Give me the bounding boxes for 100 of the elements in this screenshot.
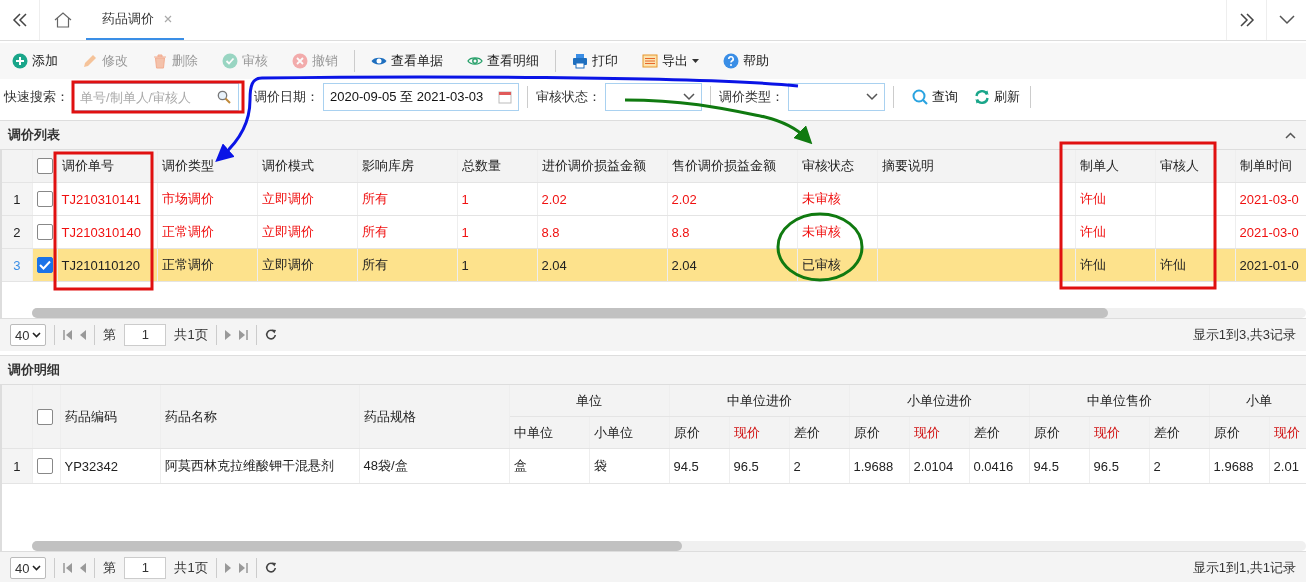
- column-header[interactable]: 调价类型: [157, 150, 257, 183]
- next-page-icon[interactable]: [224, 563, 231, 573]
- page-size-dropdown[interactable]: 40: [10, 324, 47, 346]
- toolbar-button[interactable]: 添加: [10, 47, 60, 75]
- column-header[interactable]: 售价调价损益金额: [667, 150, 797, 183]
- table-cell: 94.5: [669, 448, 729, 484]
- column-header[interactable]: 制单人: [1075, 150, 1155, 183]
- action-button[interactable]: 查询: [910, 83, 960, 111]
- refresh-icon: [974, 89, 990, 105]
- calendar-icon: [498, 90, 512, 104]
- table-cell: 正常调价: [157, 248, 257, 282]
- column-group-header: 中单位进价: [669, 385, 850, 417]
- double-chevron-left-icon: [11, 13, 28, 27]
- column-header[interactable]: 影响库房: [357, 150, 457, 183]
- page-size-dropdown[interactable]: 40: [10, 557, 47, 579]
- column-header[interactable]: 原价: [849, 416, 910, 449]
- table-cell: TJ210310140: [57, 215, 157, 249]
- search-field[interactable]: 单号/制单人/审核人: [73, 83, 239, 111]
- previous-page-icon[interactable]: [80, 330, 87, 340]
- field-label: 调价日期：: [254, 88, 319, 106]
- table-cell: 48袋/盒: [359, 448, 509, 484]
- toolbar-button[interactable]: 查看明细: [465, 47, 541, 75]
- column-header[interactable]: 审核人: [1155, 150, 1235, 183]
- table-cell: 96.5: [729, 448, 789, 484]
- checkbox[interactable]: [36, 408, 53, 425]
- checkbox[interactable]: [36, 191, 53, 208]
- first-page-icon[interactable]: [63, 330, 73, 340]
- column-header[interactable]: 总数量: [457, 150, 537, 183]
- column-header[interactable]: 差价: [1149, 416, 1210, 449]
- table-cell: 立即调价: [257, 215, 357, 249]
- date-range-field[interactable]: 2020-09-05 至 2021-03-03: [323, 83, 519, 111]
- column-header[interactable]: 制单时间: [1235, 150, 1306, 183]
- status-dropdown[interactable]: [605, 83, 702, 111]
- column-header[interactable]: 中单位: [509, 416, 589, 449]
- table-cell: 2021-03-0: [1235, 215, 1306, 249]
- toolbar-button[interactable]: 导出: [640, 47, 701, 75]
- chevron-down-icon: [1278, 15, 1295, 25]
- column-header[interactable]: 药品编码: [60, 385, 160, 449]
- column-header[interactable]: 现价: [729, 416, 789, 449]
- type-dropdown[interactable]: [788, 83, 885, 111]
- column-header[interactable]: 原价: [669, 416, 729, 449]
- checkbox[interactable]: [36, 257, 53, 274]
- column-header[interactable]: 审核状态: [797, 150, 877, 183]
- column-header[interactable]: 原价: [1209, 416, 1270, 449]
- row-number: 1: [2, 182, 32, 216]
- first-page-icon[interactable]: [63, 563, 73, 573]
- checkbox[interactable]: [36, 224, 53, 241]
- table-cell: 许仙: [1075, 248, 1155, 282]
- page-label: 第: [103, 559, 117, 577]
- horizontal-scrollbar[interactable]: [32, 541, 1306, 551]
- page-number-field[interactable]: 1: [124, 557, 167, 579]
- refresh-icon[interactable]: [264, 329, 277, 341]
- field-label: 调价类型：: [719, 88, 784, 106]
- table-cell: 1.9688: [1209, 448, 1270, 484]
- printer-icon: [572, 53, 588, 69]
- toolbar-button[interactable]: 帮助: [721, 47, 771, 75]
- last-page-icon[interactable]: [238, 330, 248, 340]
- table-cell: 盒: [509, 448, 589, 484]
- table-cell: 市场调价: [157, 182, 257, 216]
- column-header[interactable]: 药品名称: [160, 385, 359, 449]
- pencil-icon: [82, 53, 98, 69]
- column-header[interactable]: 现价: [909, 416, 970, 449]
- page-count: 共1页: [174, 559, 208, 577]
- column-header[interactable]: 差价: [969, 416, 1030, 449]
- column-header[interactable]: 原价: [1029, 416, 1090, 449]
- column-header[interactable]: 小单位: [589, 416, 669, 449]
- next-page-icon[interactable]: [224, 330, 231, 340]
- action-button[interactable]: 刷新: [972, 83, 1022, 111]
- column-header[interactable]: 差价: [789, 416, 850, 449]
- table-cell: 阿莫西林克拉维酸钾干混悬剂: [160, 448, 359, 484]
- table-cell: 正常调价: [157, 215, 257, 249]
- close-icon[interactable]: [164, 15, 172, 23]
- column-header[interactable]: 摘要说明: [877, 150, 1075, 183]
- column-header[interactable]: 药品规格: [359, 385, 509, 449]
- refresh-icon[interactable]: [264, 562, 277, 574]
- column-group-header: 单位: [509, 385, 669, 417]
- toolbar-button[interactable]: 查看单据: [369, 47, 445, 75]
- row-number: 1: [2, 448, 32, 484]
- last-page-icon[interactable]: [238, 563, 248, 573]
- previous-page-icon[interactable]: [80, 563, 87, 573]
- table-cell: 2021-03-0: [1235, 182, 1306, 216]
- table-cell: 1.9688: [849, 448, 910, 484]
- column-group-header: 中单位售价: [1029, 385, 1210, 417]
- chevron-down-icon: [866, 93, 878, 101]
- checkbox[interactable]: [36, 458, 53, 475]
- toolbar-button[interactable]: 打印: [570, 47, 620, 75]
- search-icon: [217, 90, 231, 104]
- checkbox[interactable]: [36, 158, 53, 175]
- help-icon: [723, 53, 739, 69]
- table-cell: 2.01: [1269, 448, 1306, 484]
- trash-icon: [152, 53, 168, 69]
- chevron-down-icon: [32, 565, 42, 571]
- column-header[interactable]: 调价模式: [257, 150, 357, 183]
- chevron-up-icon[interactable]: [1285, 131, 1296, 139]
- table-cell: 所有: [357, 182, 457, 216]
- column-group-header: 小单: [1209, 385, 1306, 417]
- column-header[interactable]: 现价: [1089, 416, 1150, 449]
- horizontal-scrollbar[interactable]: [32, 308, 1306, 318]
- column-header[interactable]: 进价调价损益金额: [537, 150, 667, 183]
- page-number-field[interactable]: 1: [124, 324, 167, 346]
